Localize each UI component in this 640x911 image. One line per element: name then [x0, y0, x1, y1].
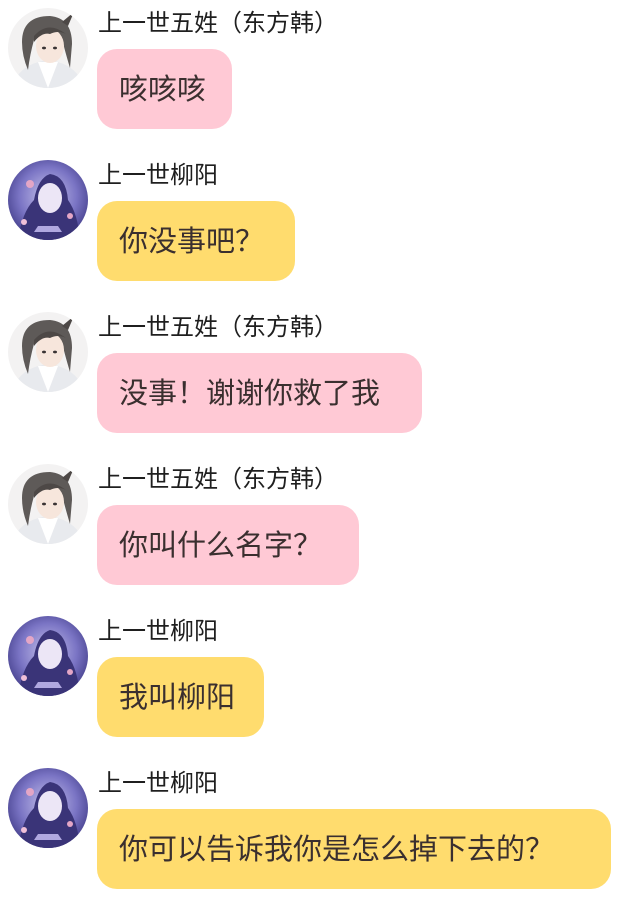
female-avatar[interactable]: [8, 768, 88, 848]
chat-message: 上一世柳阳 你没事吧？: [0, 152, 640, 292]
male-character-avatar-icon: [8, 312, 88, 392]
male-avatar[interactable]: [8, 464, 88, 544]
chat-message: 上一世五姓（东方韩） 咳咳咳: [0, 0, 640, 140]
female-character-avatar-icon: [8, 616, 88, 696]
female-character-avatar-icon: [8, 768, 88, 848]
male-character-avatar-icon: [8, 8, 88, 88]
sender-name: 上一世五姓（东方韩）: [98, 9, 338, 37]
female-avatar[interactable]: [8, 160, 88, 240]
chat-message: 上一世五姓（东方韩） 没事！谢谢你救了我: [0, 304, 640, 444]
sender-name: 上一世柳阳: [98, 161, 218, 189]
male-avatar[interactable]: [8, 8, 88, 88]
chat-message: 上一世五姓（东方韩） 你叫什么名字？: [0, 456, 640, 596]
message-bubble[interactable]: 我叫柳阳: [97, 657, 264, 737]
chat-message: 上一世柳阳 我叫柳阳: [0, 608, 640, 748]
sender-name: 上一世五姓（东方韩）: [98, 465, 338, 493]
sender-name: 上一世柳阳: [98, 617, 218, 645]
message-bubble[interactable]: 没事！谢谢你救了我: [97, 353, 422, 433]
female-character-avatar-icon: [8, 160, 88, 240]
sender-name: 上一世柳阳: [98, 769, 218, 797]
sender-name: 上一世五姓（东方韩）: [98, 313, 338, 341]
message-bubble[interactable]: 咳咳咳: [97, 49, 232, 129]
chat-message: 上一世柳阳 你可以告诉我你是怎么掉下去的？: [0, 760, 640, 900]
male-character-avatar-icon: [8, 464, 88, 544]
chat-transcript: 上一世五姓（东方韩） 咳咳咳 上一世柳阳 你没事吧？ 上一世五姓（东方韩） 没事…: [0, 0, 640, 911]
female-avatar[interactable]: [8, 616, 88, 696]
male-avatar[interactable]: [8, 312, 88, 392]
message-bubble[interactable]: 你可以告诉我你是怎么掉下去的？: [97, 809, 611, 889]
message-bubble[interactable]: 你叫什么名字？: [97, 505, 359, 585]
message-bubble[interactable]: 你没事吧？: [97, 201, 295, 281]
